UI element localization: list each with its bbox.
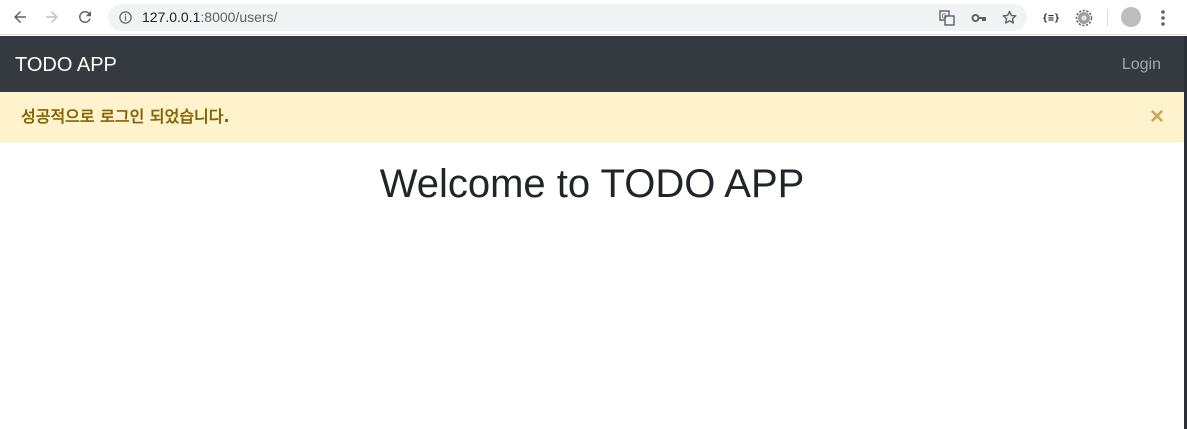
forward-arrow-icon [46,11,58,23]
more-menu-icon[interactable] [1156,8,1170,28]
url-host: 127.0.0.1 [142,9,201,25]
close-icon[interactable]: × [1150,105,1164,129]
json-extension-icon[interactable]: {≡} [1041,8,1061,28]
info-icon[interactable] [118,10,133,25]
json-extension-label: {≡} [1041,12,1061,24]
login-link[interactable]: Login [1122,55,1161,75]
navbar-brand[interactable]: TODO APP [15,53,117,77]
page-title: Welcome to TODO APP [379,162,805,206]
reload-button[interactable] [71,3,99,31]
translate-icon[interactable]: G [938,9,955,26]
toolbar-divider [1107,9,1108,26]
profile-avatar-icon[interactable] [1121,7,1141,27]
gear-extension-icon[interactable] [1074,8,1094,28]
url-text[interactable]: 127.0.0.1:8000/users/ [142,9,277,26]
url-path: :8000/users/ [200,9,278,25]
address-bar[interactable]: 127.0.0.1:8000/users/ G [108,4,1027,31]
alert-message: 성공적으로 로그인 되었습니다. [21,107,230,126]
browser-toolbar: 127.0.0.1:8000/users/ G {≡} [0,0,1187,35]
forward-button[interactable] [38,3,66,31]
navbar: TODO APP Login [0,36,1184,92]
svg-text:G: G [941,12,946,20]
key-icon[interactable] [970,9,987,26]
reload-icon [78,10,91,23]
back-arrow-icon [14,11,26,23]
back-button[interactable] [6,3,34,31]
alert-warning: 성공적으로 로그인 되었습니다. × [0,92,1184,142]
star-icon[interactable] [1001,9,1018,26]
